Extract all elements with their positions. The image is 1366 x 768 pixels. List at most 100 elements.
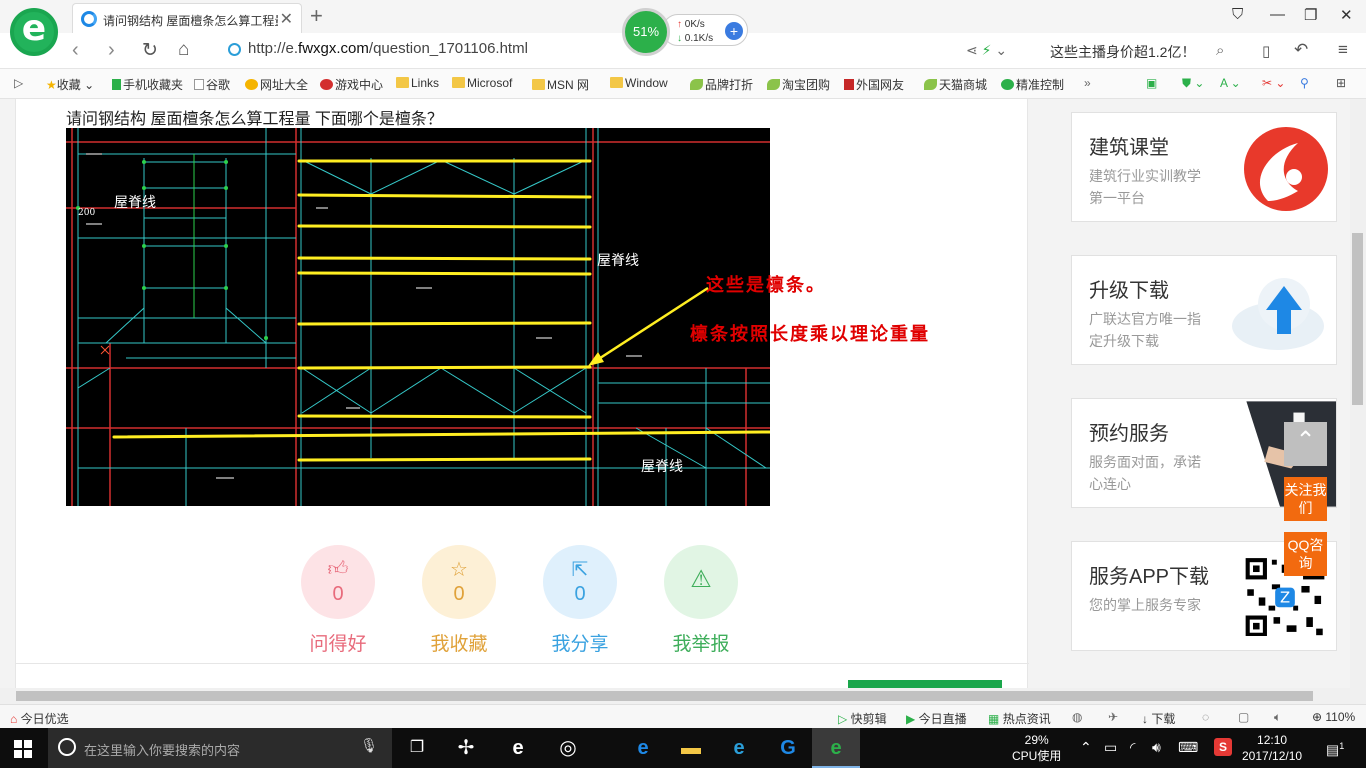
back-to-top-icon[interactable]: ⌃ (1284, 422, 1327, 466)
scroll-thumb[interactable] (1352, 233, 1363, 405)
quick-edit[interactable]: ▷ 快剪辑 (838, 710, 887, 727)
download-manager[interactable]: ↓ 下载 (1142, 710, 1175, 727)
bookmark-taobao[interactable]: 淘宝团购 (767, 76, 830, 93)
question-panel: 请问钢结构 屋面檀条怎么算工程量 下面哪个是檀条？ 屋脊线 屋脊线 屋脊线 20… (15, 99, 1029, 688)
shield-icon[interactable]: ⛊ ⌄ (1182, 76, 1204, 91)
like-button[interactable]: 👍︎ 0 问得好 (300, 545, 376, 656)
bookmark-brand[interactable]: 品牌打折 (690, 76, 753, 93)
apps-icon[interactable]: ⊞ (1336, 76, 1346, 90)
scissors-icon[interactable]: ✂ ⌄ (1262, 76, 1285, 90)
share-circle: ⇱ 0 (543, 545, 617, 619)
fan-app-icon[interactable]: ✢ (453, 736, 479, 760)
card-building-class[interactable]: 建筑课堂 建筑行业实训教学第一平台 (1071, 112, 1337, 222)
volume-icon[interactable]: 🔈︎ (1274, 710, 1281, 725)
bookmark-favorites[interactable]: ★收藏 ⌄ (46, 76, 94, 93)
minimize-button[interactable]: — (1270, 6, 1285, 23)
bookmark-links[interactable]: Links (396, 76, 439, 90)
browser-logo-icon[interactable] (10, 8, 58, 56)
card-upgrade-download[interactable]: 升级下载 广联达官方唯一指定升级下载 (1071, 255, 1337, 365)
clean-icon[interactable]: ◌ (1202, 710, 1209, 724)
pin-icon[interactable]: ✈ (1108, 710, 1118, 724)
edge-icon[interactable]: e (630, 736, 656, 760)
follow-us-button[interactable]: 关注我们 (1284, 477, 1327, 521)
bookmark-windows[interactable]: Window (610, 76, 668, 90)
warning-icon: ⚠ (690, 566, 712, 593)
bookmark-games[interactable]: 游戏中心 (320, 76, 383, 93)
report-button[interactable]: ⚠ 我举报 (663, 545, 739, 656)
speed-icon[interactable]: ◍ (1072, 710, 1082, 724)
internet-explorer-icon[interactable]: e (726, 736, 752, 760)
taskbar-search-input[interactable]: 在这里输入你要搜索的内容 🎙︎ (48, 728, 392, 768)
file-explorer-icon[interactable]: ▬ (678, 736, 704, 760)
menu-icon[interactable]: ≡ (1338, 40, 1348, 60)
microphone-icon[interactable]: 🎙︎ (360, 737, 378, 754)
bookmark-tmall[interactable]: 天猫商城 (924, 76, 987, 93)
volume-icon[interactable]: 🔊︎ (1152, 739, 1161, 755)
bookmark-mobile[interactable]: 手机收藏夹 (112, 76, 183, 93)
notification-icon[interactable]: ▤1 (1326, 738, 1344, 758)
sidebar-toggle-icon[interactable]: ▷ (14, 76, 23, 90)
network-speed-widget[interactable]: ↑ 0K/s ↓ 0.1K/s + 51% (622, 8, 750, 56)
mobile-icon[interactable]: ▯ (1262, 42, 1270, 60)
home-icon[interactable]: ⌂ (178, 39, 189, 61)
magnifier-icon[interactable]: ⚲ (1300, 76, 1309, 90)
wifi-icon[interactable]: ◜ (1130, 739, 1135, 755)
url-input[interactable]: http://e.fwxgx.com/question_1701106.html (222, 40, 952, 62)
clock[interactable]: 12:10 2017/12/10 (1242, 732, 1302, 764)
skin-icon[interactable]: ⛉ (1232, 6, 1243, 23)
accelerate-icon[interactable]: + (725, 22, 743, 40)
tray-expand-icon[interactable]: ⌃ (1080, 739, 1092, 755)
today-picks[interactable]: ⌂ 今日优选 (10, 710, 69, 727)
bookmark-sites[interactable]: 网址大全 (245, 76, 308, 93)
scroll-thumb[interactable] (16, 691, 1313, 701)
share-button[interactable]: ⇱ 0 我分享 (542, 545, 618, 656)
cpu-percent: 29% (1024, 733, 1049, 747)
favorite-circle: ☆ 0 (422, 545, 496, 619)
search-icon[interactable]: ⌕ (1216, 42, 1224, 59)
hot-news-search[interactable]: 这些主播身价超1.2亿！ (1050, 42, 1195, 62)
bookmark-precise[interactable]: 精准控制 (1001, 76, 1064, 93)
question-title: 请问钢结构 屋面檀条怎么算工程量 下面哪个是檀条？ (66, 111, 443, 128)
maximize-button[interactable]: ❐ (1304, 6, 1317, 24)
qq-consult-button[interactable]: QQ咨询 (1284, 532, 1327, 576)
url-host: fwxgx.com (298, 40, 369, 57)
ie-app-icon[interactable]: e (505, 736, 531, 760)
refresh-icon[interactable]: ↻ (142, 39, 158, 62)
glodon-app-icon[interactable]: G (775, 736, 801, 760)
favorite-button[interactable]: ☆ 0 我收藏 (421, 545, 497, 656)
window-icon[interactable]: ▢ (1238, 710, 1249, 724)
bookmark-microsoft[interactable]: Microsof (452, 76, 512, 90)
bookmark-msn[interactable]: MSN 网 (532, 76, 589, 93)
undo-icon[interactable]: ↶ (1294, 40, 1308, 60)
answer-button[interactable] (848, 680, 1002, 688)
translate-icon[interactable]: A ⌄ (1220, 76, 1241, 90)
tab-title: 请问钢结构 屋面檀条怎么算工程量 下面哪个是檀条？ (103, 14, 278, 28)
swirl-app-icon[interactable]: ◎ (555, 736, 581, 760)
close-button[interactable]: ✕ (1340, 6, 1353, 24)
bookmark-foreign[interactable]: 外国网友 (844, 76, 904, 93)
vertical-scrollbar[interactable] (1350, 99, 1366, 688)
tab-active[interactable]: 请问钢结构 屋面檀条怎么算工程量 下面哪个是檀条？ ✕ (72, 3, 302, 33)
more-bookmarks-icon[interactable]: » (1084, 76, 1091, 90)
reader-icon[interactable]: ▣ (1146, 76, 1157, 90)
card-title: 服务APP下载 (1089, 566, 1210, 588)
like-circle: 👍︎ 0 (301, 545, 375, 619)
active-browser-task[interactable]: e (812, 728, 860, 768)
ridge-line-label-2: 屋脊线 (597, 253, 639, 269)
today-live[interactable]: ▶ 今日直播 (906, 710, 967, 727)
tab-close-icon[interactable]: ✕ (280, 9, 293, 29)
windows-start-icon[interactable] (14, 740, 32, 758)
sogou-ime-icon[interactable]: S (1214, 738, 1232, 756)
task-view-icon[interactable]: ❐ (404, 736, 430, 760)
share-icon[interactable]: ⋖ ⚡ ⌄ (966, 42, 1007, 59)
back-icon[interactable]: ‹ (72, 39, 79, 62)
zoom-level[interactable]: ⊕ 110% (1312, 710, 1355, 724)
horizontal-scrollbar[interactable] (0, 688, 1366, 704)
new-tab-button[interactable]: + (310, 3, 323, 29)
bookmark-google[interactable]: 谷歌 (194, 76, 230, 93)
forward-icon[interactable]: › (108, 39, 115, 62)
battery-icon[interactable]: ▭ (1104, 739, 1117, 755)
cpu-usage[interactable]: 29% CPU使用 (1012, 732, 1061, 764)
hot-news[interactable]: ▦ 热点资讯 (988, 710, 1051, 727)
keyboard-icon[interactable]: ⌨ (1178, 739, 1198, 755)
